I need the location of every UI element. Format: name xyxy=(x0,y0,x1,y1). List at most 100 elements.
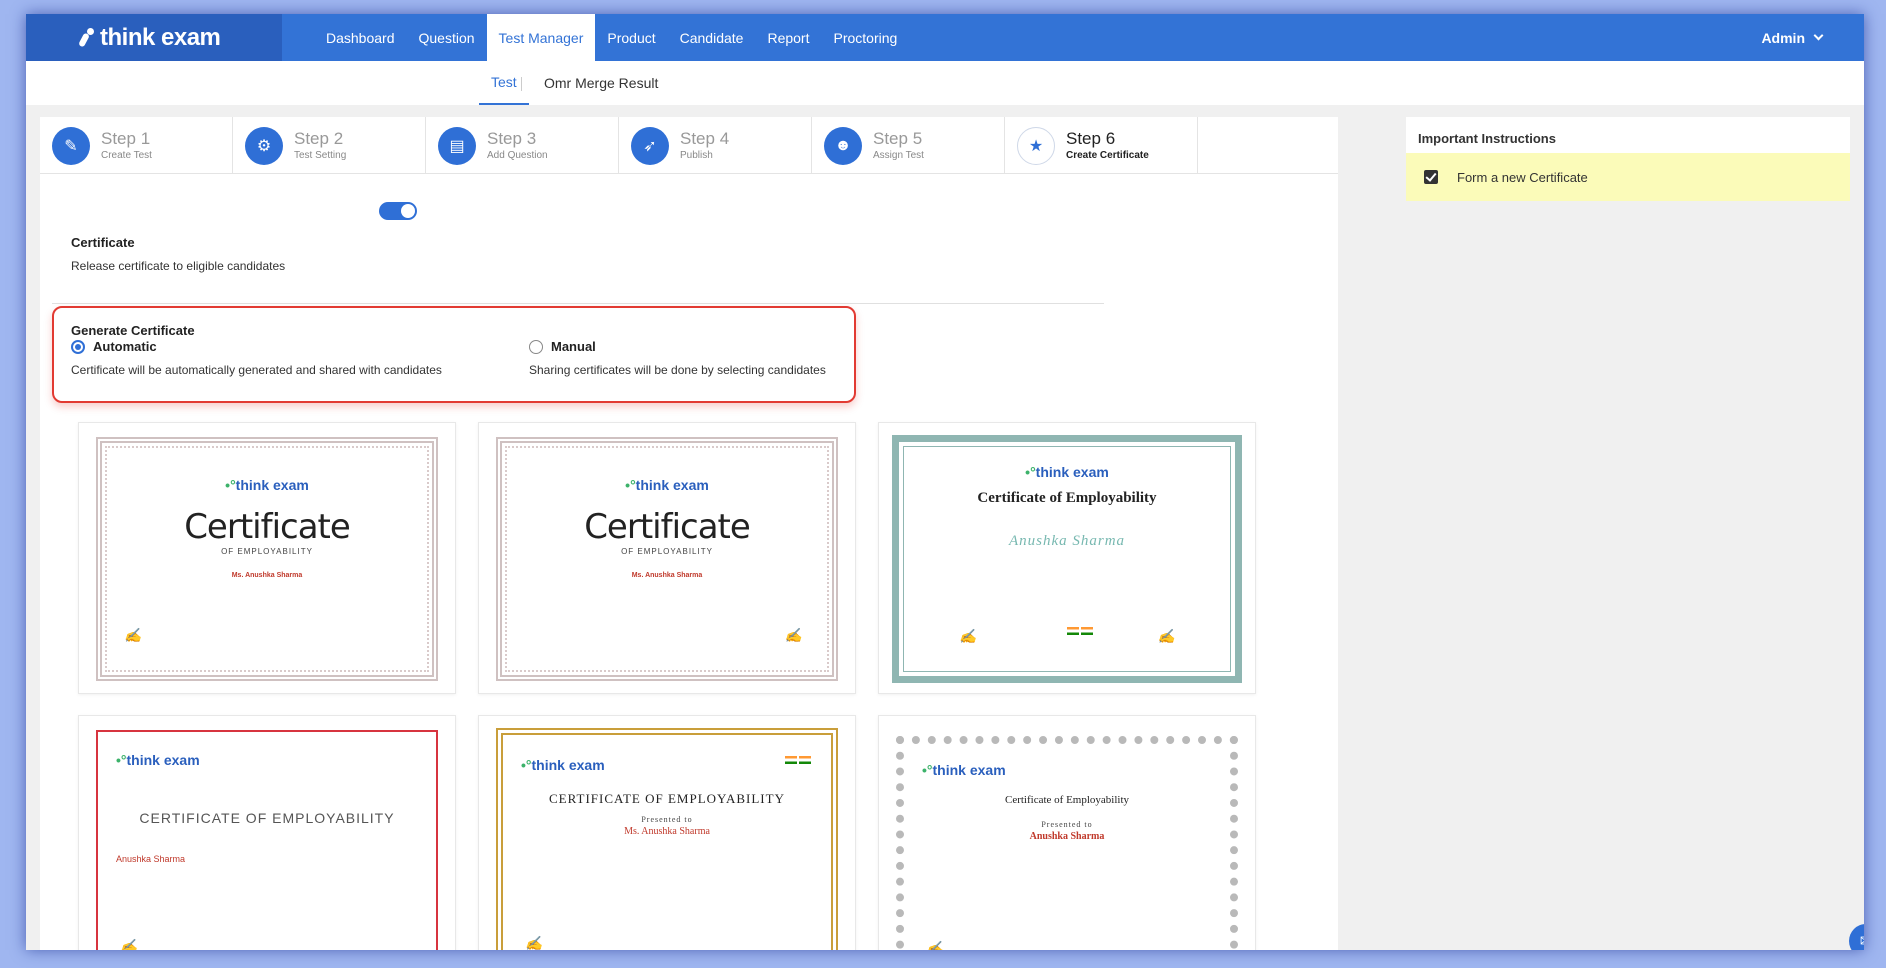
certificate-logo: think exam xyxy=(235,477,309,493)
nav-question[interactable]: Question xyxy=(407,14,487,61)
manual-description: Sharing certificates will be done by sel… xyxy=(529,363,826,377)
certificate-recipient: Ms. Anushka Sharma xyxy=(631,572,703,579)
nav-dashboard[interactable]: Dashboard xyxy=(314,14,407,61)
instructions-title: Important Instructions xyxy=(1418,131,1556,146)
tab-separator xyxy=(521,77,522,91)
signature-icon: ✍ xyxy=(1157,630,1175,645)
generate-certificate-heading: Generate Certificate xyxy=(71,323,195,338)
instruction-label: Form a new Certificate xyxy=(1457,169,1588,185)
radio-button-selected[interactable] xyxy=(71,339,85,354)
step-3[interactable]: ▤ Step 3 Add Question xyxy=(426,117,619,174)
nav-test-manager[interactable]: Test Manager xyxy=(486,14,596,61)
brand-logo[interactable]: think exam xyxy=(26,14,282,61)
step-1[interactable]: ✎ Step 1 Create Test xyxy=(40,117,233,174)
nav-proctoring[interactable]: Proctoring xyxy=(821,14,909,61)
user-name: Admin xyxy=(1761,29,1805,46)
certificate-preview: •°think exam Certificate OF EMPLOYABILIT… xyxy=(496,437,838,681)
certificate-template-2[interactable]: •°think exam Certificate OF EMPLOYABILIT… xyxy=(478,422,856,694)
generate-certificate-box xyxy=(52,306,856,403)
presented-to: Presented to xyxy=(1041,820,1093,829)
flags-icon xyxy=(1067,626,1095,638)
step-subtitle: Create Test xyxy=(101,149,152,161)
rocket-icon: ➶ xyxy=(631,126,669,165)
divider xyxy=(52,303,1104,304)
test-wizard-panel: ✎ Step 1 Create Test ⚙ Step 2 Test Setting… xyxy=(40,117,1338,950)
certificate-logo: think exam xyxy=(126,752,200,768)
step-4[interactable]: ➶ Step 4 Publish xyxy=(619,117,812,174)
certificate-subtitle: OF EMPLOYABILITY xyxy=(221,547,313,556)
automatic-description: Certificate will be automatically genera… xyxy=(71,363,442,377)
step-subtitle: Test Setting xyxy=(294,149,347,161)
certificate-preview: •°think exam Certificate of Employabilit… xyxy=(896,736,1238,950)
user-menu[interactable]: Admin xyxy=(1761,14,1824,61)
app-window: think exam Dashboard Question Test Manag… xyxy=(26,14,1864,950)
flags-icon xyxy=(785,755,813,767)
certificate-heading: Certificate xyxy=(71,235,135,250)
document-icon: ▤ xyxy=(438,126,476,165)
certificate-toggle[interactable] xyxy=(379,202,417,220)
certificate-title: CERTIFICATE OF EMPLOYABILITY xyxy=(139,810,395,826)
step-subtitle: Publish xyxy=(680,149,713,161)
step-title: Step 4 xyxy=(680,128,730,148)
certificate-preview: •°think exam CERTIFICATE OF EMPLOYABILIT… xyxy=(496,728,838,950)
instruction-item[interactable]: Form a new Certificate xyxy=(1406,153,1850,201)
logo-icon: •° xyxy=(225,477,236,493)
certificate-subtitle: OF EMPLOYABILITY xyxy=(621,547,713,556)
logo-icon: •° xyxy=(922,762,933,778)
step-6[interactable]: ★ Step 6 Create Certificate xyxy=(1005,117,1198,174)
top-navbar: think exam Dashboard Question Test Manag… xyxy=(26,14,1864,61)
tab-omr-merge-result[interactable]: Omr Merge Result xyxy=(532,61,670,105)
certificate-logo: think exam xyxy=(635,477,709,493)
sub-navbar: Test Omr Merge Result xyxy=(26,61,1864,105)
chat-icon[interactable]: ✉ xyxy=(1849,924,1864,950)
radio-button[interactable] xyxy=(529,339,543,354)
nav-report[interactable]: Report xyxy=(755,14,821,61)
certificate-title: CERTIFICATE OF EMPLOYABILITY xyxy=(549,791,785,806)
certificate-recipient: Anushka Sharma xyxy=(1008,533,1126,549)
signature-icon: ✍ xyxy=(926,942,944,950)
certificate-title: Certificate xyxy=(584,507,751,547)
main-menu: Dashboard Question Test Manager Product … xyxy=(314,14,909,61)
wizard-steps: ✎ Step 1 Create Test ⚙ Step 2 Test Setting… xyxy=(40,117,1338,174)
step-title: Step 1 xyxy=(101,128,151,148)
certificate-title: Certificate of Employability xyxy=(1004,794,1130,806)
certificate-recipient: Anushka Sharma xyxy=(1029,831,1105,842)
logo-icon xyxy=(80,27,94,48)
step-2[interactable]: ⚙ Step 2 Test Setting xyxy=(233,117,426,174)
radio-manual[interactable]: Manual xyxy=(529,339,596,354)
star-icon: ★ xyxy=(1017,126,1055,165)
brand-name: think exam xyxy=(100,23,221,51)
radio-label: Manual xyxy=(551,339,596,354)
step-5[interactable]: ☻ Step 5 Assign Test xyxy=(812,117,1005,174)
certificate-template-1[interactable]: •°think exam Certificate OF EMPLOYABILIT… xyxy=(78,422,456,694)
certificate-template-6[interactable]: •°think exam Certificate of Employabilit… xyxy=(878,715,1256,950)
signature-icon: ✍ xyxy=(784,629,802,644)
signature-icon: ✍ xyxy=(120,940,138,950)
signature-icon: ✍ xyxy=(124,629,142,644)
logo-icon: •° xyxy=(1025,464,1036,480)
instructions-panel: Important Instructions Form a new Certif… xyxy=(1406,117,1850,201)
step-title: Step 6 xyxy=(1066,128,1116,148)
certificate-template-3[interactable]: •°think exam Certificate of Employabilit… xyxy=(878,422,1256,694)
gear-icon: ⚙ xyxy=(245,126,283,165)
certificate-title: Certificate of Employability xyxy=(977,490,1157,506)
certificate-preview: •°think exam Certificate OF EMPLOYABILIT… xyxy=(96,437,438,681)
certificate-logo: think exam xyxy=(932,762,1006,778)
logo-icon: •° xyxy=(625,477,636,493)
logo-icon: •° xyxy=(521,757,532,773)
nav-candidate[interactable]: Candidate xyxy=(668,14,756,61)
step-subtitle: Create Certificate xyxy=(1066,149,1149,161)
certificate-recipient: Ms. Anushka Sharma xyxy=(231,572,303,579)
certificate-logo: think exam xyxy=(531,757,605,773)
presented-to: Presented to xyxy=(641,815,693,824)
certificate-description: Release certificate to eligible candidat… xyxy=(71,259,286,273)
radio-automatic[interactable]: Automatic xyxy=(71,339,157,354)
pencil-icon: ✎ xyxy=(52,126,90,165)
certificate-template-4[interactable]: •°think exam CERTIFICATE OF EMPLOYABILIT… xyxy=(78,715,456,950)
checkbox-checked-icon[interactable] xyxy=(1424,170,1438,184)
certificate-template-5[interactable]: •°think exam CERTIFICATE OF EMPLOYABILIT… xyxy=(478,715,856,950)
certificate-preview: •°think exam CERTIFICATE OF EMPLOYABILIT… xyxy=(96,730,438,950)
certificate-title: Certificate xyxy=(184,507,351,547)
step-title: Step 2 xyxy=(294,128,344,148)
nav-product[interactable]: Product xyxy=(595,14,667,61)
